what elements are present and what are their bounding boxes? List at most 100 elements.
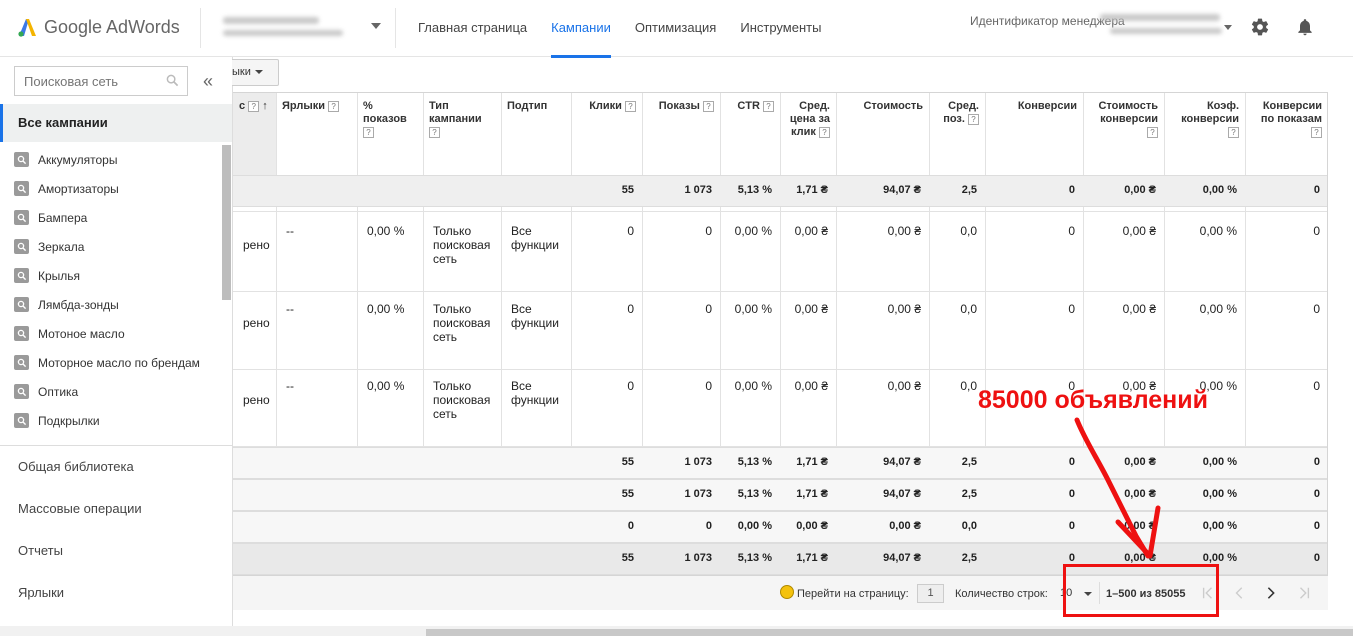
- account-id-blurred: [223, 30, 343, 36]
- campaign-item[interactable]: Оптика: [0, 377, 222, 406]
- total-cell: 0,00 %: [1202, 456, 1237, 468]
- search-campaign-icon: [14, 297, 29, 312]
- gear-icon[interactable]: [1249, 16, 1271, 38]
- total-cell: 2,5: [961, 184, 977, 196]
- help-icon[interactable]: ?: [1147, 126, 1158, 138]
- column-header-label: CTR: [737, 100, 760, 112]
- total-cell: 5,13 %: [737, 184, 772, 196]
- help-icon[interactable]: ?: [819, 126, 830, 138]
- status-cell: рено: [243, 238, 270, 252]
- last-page-icon[interactable]: [1292, 581, 1316, 605]
- help-icon[interactable]: ?: [625, 100, 636, 112]
- campaign-item[interactable]: Зеркала: [0, 232, 222, 261]
- previous-page-icon[interactable]: [1228, 581, 1252, 605]
- chevron-down-icon[interactable]: [1224, 25, 1232, 30]
- column-header-conv-rate[interactable]: Коэф. конверсии ?: [1170, 100, 1239, 139]
- total-cell: 0,00 ₴: [1124, 456, 1156, 468]
- total-cell: 0: [705, 520, 712, 532]
- column-header-label: Тип кампании: [429, 100, 482, 125]
- column-header-label: Коэф. конверсии: [1181, 100, 1239, 125]
- column-header-cost-conv[interactable]: Стоимость конверсии ?: [1089, 100, 1158, 139]
- nav-campaigns[interactable]: Кампании: [551, 0, 611, 58]
- total-cell: 0,00 %: [1202, 184, 1237, 196]
- total-cell: 0: [1313, 456, 1320, 468]
- help-icon[interactable]: ?: [363, 126, 374, 138]
- column-header-avg-cpc[interactable]: Сред. цена за клик ?: [786, 100, 830, 139]
- campaign-name: Моторное масло по брендам: [38, 355, 200, 370]
- campaign-item[interactable]: Аккумуляторы: [0, 145, 222, 174]
- campaign-item[interactable]: Крылья: [0, 261, 222, 290]
- help-icon[interactable]: ?: [1311, 126, 1322, 138]
- campaign-item[interactable]: Мотоное масло: [0, 319, 222, 348]
- bell-icon[interactable]: [1294, 16, 1316, 38]
- sidebar-item-bulk-operations[interactable]: Массовые операции: [18, 501, 142, 516]
- help-icon[interactable]: ?: [703, 100, 714, 112]
- help-icon[interactable]: ?: [248, 100, 260, 112]
- labels-cell: --: [286, 302, 294, 316]
- annotation-text: 85000 объявлений: [978, 386, 1208, 414]
- metric-cell: 0,00 ₴: [887, 379, 921, 393]
- nav-home[interactable]: Главная страница: [418, 0, 527, 57]
- campaign-item[interactable]: Моторное масло по брендам: [0, 348, 222, 377]
- next-page-icon[interactable]: [1259, 581, 1283, 605]
- nav-optimization[interactable]: Оптимизация: [635, 0, 717, 57]
- column-header-label: Стоимость: [863, 100, 923, 112]
- horizontal-scrollbar[interactable]: [426, 629, 1353, 636]
- column-header-label: Подтип: [507, 100, 548, 112]
- column-header-cost[interactable]: Стоимость: [842, 100, 923, 113]
- status-cell: рено: [243, 316, 270, 330]
- sidebar-scrollbar[interactable]: [222, 145, 231, 300]
- goto-page-input[interactable]: 1: [917, 584, 944, 603]
- column-header-avg-pos[interactable]: Сред. поз. ?: [935, 100, 979, 126]
- campaign-item[interactable]: Лямбда-зонды: [0, 290, 222, 319]
- sidebar-item-labels[interactable]: Ярлыки: [18, 585, 64, 600]
- sidebar-item-all-campaigns[interactable]: Все кампании: [0, 104, 232, 142]
- total-cell: 0: [627, 520, 634, 532]
- impression-share-cell: 0,00 %: [367, 302, 405, 316]
- column-header-impressions[interactable]: Показы ?: [648, 100, 714, 113]
- total-cell: 0,00 ₴: [889, 520, 921, 532]
- campaign-item[interactable]: Подкрылки: [0, 406, 222, 435]
- labels-dropdown-button[interactable]: ыки: [232, 59, 279, 86]
- total-cell: 0: [1068, 520, 1075, 532]
- search-campaign-icon: [14, 181, 29, 196]
- campaign-name: Подкрылки: [38, 413, 100, 428]
- campaign-type-cell: Только поисковая сеть: [433, 224, 491, 266]
- goto-page-label: Перейти на страницу:: [797, 588, 909, 600]
- column-header-labels[interactable]: Ярлыки ?: [282, 100, 351, 113]
- campaign-item[interactable]: Бампера: [0, 203, 222, 232]
- column-header-subtype[interactable]: Подтип: [507, 100, 565, 113]
- help-icon[interactable]: ?: [429, 126, 440, 138]
- sidebar-item-reports[interactable]: Отчеты: [18, 543, 63, 558]
- total-cell: 5,13 %: [737, 456, 772, 468]
- campaign-item[interactable]: Амортизаторы: [0, 174, 222, 203]
- help-icon[interactable]: ?: [1228, 126, 1239, 138]
- help-icon[interactable]: ?: [328, 100, 340, 112]
- total-cell: 0,00 ₴: [1124, 488, 1156, 500]
- column-header-ctr[interactable]: CTR ?: [726, 100, 774, 113]
- column-header-conversions[interactable]: Конверсии: [991, 100, 1077, 113]
- adwords-logo[interactable]: Google AdWords: [16, 14, 180, 40]
- account-switcher[interactable]: [200, 8, 396, 48]
- column-header-view-conv[interactable]: Конверсии по показам ?: [1251, 100, 1322, 139]
- help-icon[interactable]: ?: [968, 113, 979, 125]
- column-header-label: Клики: [589, 100, 622, 112]
- metric-cell: 0: [1313, 224, 1320, 238]
- total-cell: 0: [1313, 552, 1320, 564]
- column-header-pct-impr[interactable]: % показов ?: [363, 100, 417, 139]
- manager-name-blurred: [1110, 28, 1222, 34]
- column-header-label: Конверсии по показам: [1260, 100, 1322, 125]
- nav-tools[interactable]: Инструменты: [740, 0, 821, 57]
- total-cell: 0: [1313, 520, 1320, 532]
- row-divider: [233, 291, 1327, 292]
- sidebar-item-shared-library[interactable]: Общая библиотека: [18, 459, 134, 474]
- column-header-clicks[interactable]: Клики ?: [577, 100, 636, 113]
- sort-arrow-up-icon[interactable]: ↑: [259, 100, 268, 112]
- help-icon[interactable]: ?: [763, 100, 774, 112]
- collapse-sidebar-button[interactable]: «: [198, 69, 218, 93]
- row-divider: [233, 369, 1327, 370]
- search-icon[interactable]: [166, 74, 179, 87]
- search-input[interactable]: [15, 67, 155, 95]
- column-header-campaign-type[interactable]: Тип кампании ?: [429, 100, 495, 139]
- column-header-status[interactable]: с ? ↑: [239, 100, 270, 113]
